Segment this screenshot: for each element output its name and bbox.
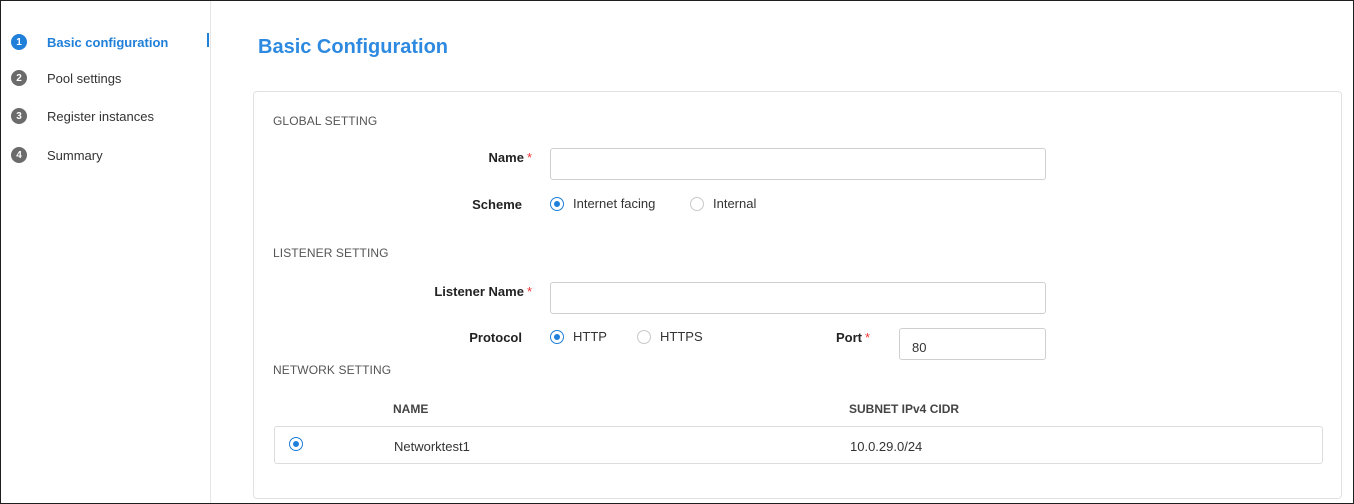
listener-setting-heading: LISTENER SETTING: [273, 246, 389, 260]
network-select-radio[interactable]: [289, 437, 303, 451]
protocol-option-label: HTTPS: [660, 329, 703, 344]
scheme-radio-internet-facing[interactable]: Internet facing: [550, 196, 655, 211]
protocol-label: Protocol: [469, 330, 522, 345]
column-header-subnet-cidr: SUBNET IPv4 CIDR: [849, 402, 960, 416]
required-mark: *: [865, 330, 871, 345]
step-summary[interactable]: 4 Summary: [11, 145, 103, 165]
step-number-2: 2: [11, 70, 27, 86]
radio-circle: [289, 437, 303, 451]
radio-circle: [637, 329, 651, 344]
scheme-option-label: Internet facing: [573, 196, 656, 211]
active-step-indicator: [207, 33, 209, 47]
step-label: Summary: [47, 147, 103, 163]
step-basic-configuration[interactable]: 1 Basic configuration: [11, 32, 168, 52]
listener-name-input[interactable]: [550, 282, 1046, 314]
wizard-steps-sidebar: 1 Basic configuration 2 Pool settings 3 …: [1, 1, 211, 503]
step-label: Basic configuration: [47, 34, 169, 50]
protocol-option-label: HTTP: [573, 329, 607, 344]
scheme-option-label: Internal: [713, 196, 757, 211]
network-row[interactable]: Networktest1 10.0.29.0/24: [274, 426, 1323, 464]
port-input[interactable]: [899, 328, 1046, 360]
radio-circle: [550, 329, 564, 344]
step-number-1: 1: [11, 34, 27, 50]
network-cidr-cell: 10.0.29.0/24: [850, 439, 923, 454]
step-label: Register instances: [47, 108, 154, 124]
scheme-label: Scheme: [472, 197, 522, 212]
protocol-radio-https[interactable]: HTTPS: [637, 329, 703, 344]
radio-circle: [550, 196, 564, 211]
network-name-cell: Networktest1: [394, 439, 470, 454]
required-mark: *: [526, 284, 532, 299]
required-mark: *: [526, 150, 532, 165]
step-number-4: 4: [11, 147, 27, 163]
name-input[interactable]: [550, 148, 1046, 180]
scheme-radio-internal[interactable]: Internal: [690, 196, 756, 211]
step-number-3: 3: [11, 108, 27, 124]
step-pool-settings[interactable]: 2 Pool settings: [11, 68, 121, 88]
radio-circle: [690, 196, 704, 211]
name-label: Name *: [488, 150, 532, 165]
step-register-instances[interactable]: 3 Register instances: [11, 106, 154, 126]
step-label: Pool settings: [47, 70, 122, 86]
page-title: Basic Configuration: [258, 36, 449, 58]
network-setting-heading: NETWORK SETTING: [273, 363, 392, 377]
listener-name-label: Listener Name *: [434, 284, 532, 299]
global-setting-heading: GLOBAL SETTING: [273, 114, 378, 128]
column-header-name: NAME: [393, 402, 429, 416]
port-label: Port *: [836, 330, 871, 345]
protocol-radio-http[interactable]: HTTP: [550, 329, 607, 344]
